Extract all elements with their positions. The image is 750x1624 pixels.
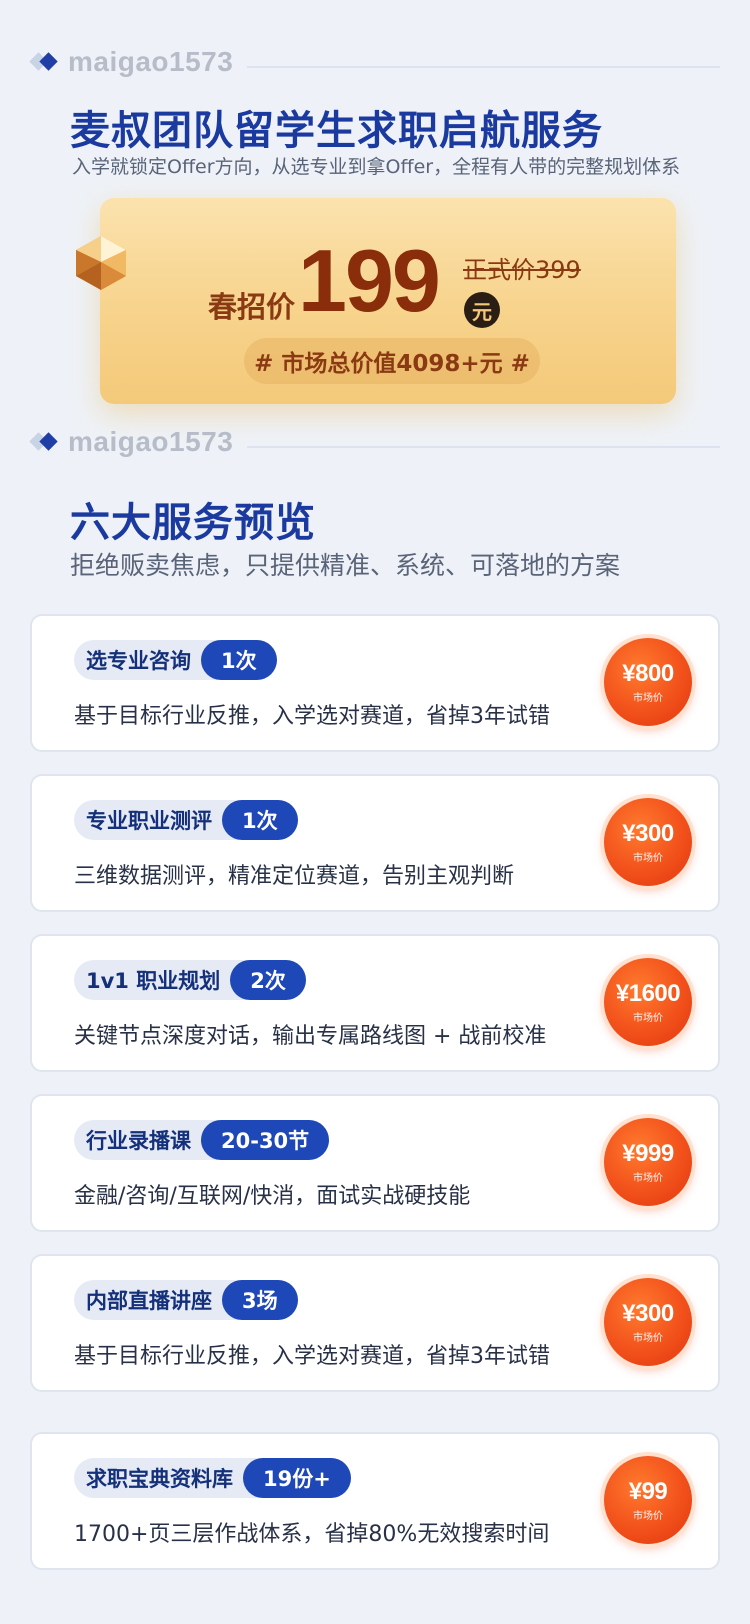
price-label: 春招价 (208, 290, 296, 324)
market-price-value: ¥99 (628, 1477, 668, 1505)
brand-row-middle: maigao1573 (29, 426, 720, 458)
market-price-label: 市场价 (633, 692, 663, 704)
price-line: 春招价 199 正式价399 元 (208, 231, 628, 330)
market-price-value: ¥300 (622, 1299, 674, 1327)
service-count-badge: 3场 (222, 1280, 298, 1320)
diamond-icon (29, 430, 64, 454)
diamond-icon (29, 50, 64, 74)
service-description: 关键节点深度对话，输出专属路线图 + 战前校准 (74, 1024, 547, 1049)
service-card-resource-library[interactable]: 求职宝典资料库 19份+ 1700+页三层作战体系，省掉80%无效搜索时间 ¥9… (30, 1432, 720, 1570)
service-tag: 1v1 职业规划 2次 (74, 960, 306, 1000)
market-price-label: 市场价 (633, 1012, 663, 1024)
service-description: 1700+页三层作战体系，省掉80%无效搜索时间 (74, 1522, 550, 1547)
market-price-value: ¥800 (622, 659, 674, 687)
service-count-badge: 19份+ (243, 1458, 351, 1498)
section-subtitle: 拒绝贩卖焦虑，只提供精准、系统、可落地的方案 (70, 551, 621, 580)
service-tag: 行业录播课 20-30节 (74, 1120, 330, 1160)
market-price-badge: ¥300 市场价 (604, 1278, 692, 1366)
market-price-badge: ¥800 市场价 (604, 638, 692, 726)
original-price: 正式价399 (463, 256, 581, 284)
divider (247, 446, 720, 448)
market-price-badge: ¥99 市场价 (604, 1456, 692, 1544)
service-card-live-lecture[interactable]: 内部直播讲座 3场 基于目标行业反推，入学选对赛道，省掉3年试错 ¥300 市场… (30, 1254, 720, 1392)
service-tag: 专业职业测评 1次 (74, 800, 298, 840)
brand-watermark: maigao1573 (68, 426, 234, 457)
service-name: 1v1 职业规划 (86, 969, 221, 993)
service-card-career-assessment[interactable]: 专业职业测评 1次 三维数据测评，精准定位赛道，告别主观判断 ¥300 市场价 (30, 774, 720, 912)
service-card-recorded-course[interactable]: 行业录播课 20-30节 金融/咨询/互联网/快消，面试实战硬技能 ¥999 市… (30, 1094, 720, 1232)
service-tag: 求职宝典资料库 19份+ (74, 1458, 351, 1498)
market-price-value: ¥300 (622, 819, 674, 847)
service-card-major-consult[interactable]: 选专业咨询 1次 基于目标行业反推，入学选对赛道，省掉3年试错 ¥800 市场价 (30, 614, 720, 752)
service-count-badge: 20-30节 (201, 1120, 330, 1160)
service-name: 内部直播讲座 (86, 1289, 212, 1313)
service-tag: 内部直播讲座 3场 (74, 1280, 298, 1320)
page-title: 麦叔团队留学生求职启航服务 (70, 108, 603, 154)
gem-icon (72, 234, 130, 292)
service-card-career-planning[interactable]: 1v1 职业规划 2次 关键节点深度对话，输出专属路线图 + 战前校准 ¥160… (30, 934, 720, 1072)
divider (247, 66, 720, 68)
service-name: 专业职业测评 (86, 809, 212, 833)
service-description: 基于目标行业反推，入学选对赛道，省掉3年试错 (74, 704, 550, 729)
market-price-label: 市场价 (633, 1172, 663, 1184)
service-count-badge: 2次 (230, 960, 306, 1000)
service-count-badge: 1次 (222, 800, 298, 840)
market-price-value: ¥999 (622, 1139, 674, 1167)
service-name: 行业录播课 (86, 1129, 191, 1153)
section-title: 六大服务预览 (70, 500, 316, 546)
market-price-badge: ¥300 市场价 (604, 798, 692, 886)
service-description: 三维数据测评，精准定位赛道，告别主观判断 (74, 864, 515, 889)
service-description: 金融/咨询/互联网/快消，面试实战硬技能 (74, 1184, 471, 1209)
brand-row-top: maigao1573 (29, 46, 720, 78)
market-price-label: 市场价 (633, 1510, 663, 1522)
service-count-badge: 1次 (201, 640, 277, 680)
market-price-label: 市场价 (633, 852, 663, 864)
service-name: 求职宝典资料库 (86, 1467, 233, 1491)
currency-unit: 元 (464, 292, 500, 328)
service-description: 基于目标行业反推，入学选对赛道，省掉3年试错 (74, 1344, 550, 1369)
page-subtitle: 入学就锁定Offer方向，从选专业到拿Offer，全程有人带的完整规划体系 (72, 156, 681, 178)
market-price-label: 市场价 (633, 1332, 663, 1344)
market-price-badge: ¥1600 市场价 (604, 958, 692, 1046)
service-tag: 选专业咨询 1次 (74, 640, 277, 680)
service-name: 选专业咨询 (86, 649, 191, 673)
brand-watermark: maigao1573 (68, 46, 234, 77)
market-value-pill: # 市场总价值4098+元 # (244, 338, 540, 384)
price-value: 199 (298, 231, 441, 330)
market-price-value: ¥1600 (615, 979, 681, 1007)
market-price-badge: ¥999 市场价 (604, 1118, 692, 1206)
